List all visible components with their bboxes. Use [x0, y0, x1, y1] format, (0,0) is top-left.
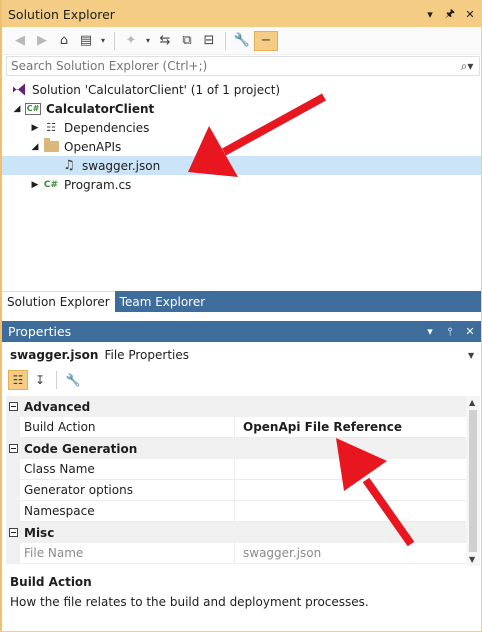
- solution-explorer-titlebar: Solution Explorer ▾ 🖈 ✕: [2, 1, 481, 27]
- pin-icon[interactable]: ⫯: [442, 325, 458, 339]
- category-label: Advanced: [24, 399, 91, 414]
- collapse-arrow-icon[interactable]: ◢: [10, 104, 24, 114]
- description-title: Build Action: [10, 575, 92, 589]
- toolbar-separator: [56, 371, 57, 389]
- home-icon[interactable]: ⌂: [54, 31, 74, 51]
- property-name: Generator options: [20, 479, 235, 501]
- property-row-build-action[interactable]: Build Action OpenApi File Reference: [6, 416, 480, 438]
- toolbar-separator: [225, 31, 226, 50]
- collapse-box-icon[interactable]: [6, 438, 20, 459]
- tab-solution-explorer[interactable]: Solution Explorer: [2, 291, 115, 312]
- tree-item-dependencies[interactable]: ▶ ☷ Dependencies: [2, 118, 481, 137]
- category-code-generation[interactable]: Code Generation: [6, 438, 480, 459]
- category-label: Misc: [24, 525, 55, 540]
- tab-team-explorer[interactable]: Team Explorer: [114, 291, 211, 312]
- alphabetical-icon[interactable]: ↧: [30, 370, 50, 390]
- close-icon[interactable]: ✕: [462, 325, 478, 338]
- tree-item-label: Solution 'CalculatorClient' (1 of 1 proj…: [32, 82, 281, 97]
- collapse-box-icon[interactable]: [6, 522, 20, 543]
- object-kind: File Properties: [104, 348, 189, 362]
- preview-selected-items-icon[interactable]: −: [254, 30, 278, 51]
- back-icon[interactable]: ◀: [10, 31, 30, 51]
- property-name: Class Name: [20, 458, 235, 480]
- categorized-icon[interactable]: ☷: [8, 370, 28, 390]
- tree-item-solution[interactable]: Solution 'CalculatorClient' (1 of 1 proj…: [2, 80, 481, 99]
- collapse-all-icon[interactable]: ⊟: [199, 31, 219, 51]
- property-row-file-name[interactable]: File Name swagger.json: [6, 542, 480, 564]
- property-grid-scrollbar[interactable]: ▲ ▼: [466, 396, 480, 566]
- property-row-generator-options[interactable]: Generator options: [6, 479, 480, 501]
- switch-views-icon[interactable]: ▤: [76, 31, 96, 51]
- property-pages-wrench-icon[interactable]: 🔧: [63, 370, 83, 390]
- category-label: Code Generation: [24, 441, 138, 456]
- solution-explorer-toolbar: ◀ ▶ ⌂ ▤ ▾ ✦ ▾ ⇆ ⧉ ⊟ 🔧 −: [2, 27, 481, 55]
- tree-item-label: Program.cs: [64, 177, 132, 192]
- property-name: Build Action: [20, 416, 235, 438]
- property-value[interactable]: [235, 480, 480, 501]
- solution-explorer-title: Solution Explorer: [8, 6, 115, 22]
- tree-item-label: swagger.json: [82, 158, 161, 173]
- pending-changes-filter-icon[interactable]: ✦: [121, 31, 141, 51]
- object-name: swagger.json: [10, 348, 99, 362]
- property-name: Namespace: [20, 500, 235, 522]
- scroll-down-icon[interactable]: ▼: [469, 555, 475, 564]
- properties-toolbar: ☷ ↧ 🔧: [6, 369, 480, 391]
- refresh-icon[interactable]: ⧉: [177, 31, 197, 51]
- property-description: Build Action How the file relates to the…: [2, 571, 481, 631]
- property-value[interactable]: [235, 501, 480, 522]
- solution-icon: [10, 82, 28, 98]
- tree-item-program-cs[interactable]: ▶ C# Program.cs: [2, 175, 481, 194]
- collapse-box-icon[interactable]: [6, 396, 20, 417]
- csharp-file-icon: C#: [43, 179, 59, 190]
- search-input[interactable]: [11, 59, 455, 73]
- properties-object-selector[interactable]: swagger.json File Properties ▼: [2, 344, 481, 366]
- csharp-project-icon: C#: [24, 102, 42, 115]
- expand-arrow-icon[interactable]: ▶: [28, 123, 42, 133]
- tree-item-swagger-json[interactable]: ♫ swagger.json: [2, 156, 481, 175]
- close-icon[interactable]: ✕: [462, 6, 478, 22]
- toolbar-separator: [114, 31, 115, 50]
- property-grid: Advanced Build Action OpenApi File Refer…: [6, 396, 480, 566]
- switch-views-dropdown-icon[interactable]: ▾: [98, 31, 108, 51]
- window-dropdown-icon[interactable]: ▾: [422, 6, 438, 22]
- property-name: File Name: [20, 542, 235, 564]
- window-dropdown-icon[interactable]: ▾: [422, 325, 438, 338]
- property-row-class-name[interactable]: Class Name: [6, 458, 480, 480]
- tree-item-label: CalculatorClient: [46, 101, 155, 116]
- category-advanced[interactable]: Advanced: [6, 396, 480, 417]
- property-value: swagger.json: [243, 546, 322, 560]
- property-value[interactable]: [235, 459, 480, 480]
- dependencies-icon: ☷: [46, 121, 56, 134]
- search-icon[interactable]: ⌕▾: [455, 59, 479, 74]
- property-row-namespace[interactable]: Namespace: [6, 500, 480, 522]
- forward-icon[interactable]: ▶: [32, 31, 52, 51]
- scroll-up-icon[interactable]: ▲: [469, 398, 475, 407]
- collapse-arrow-icon[interactable]: ◢: [28, 142, 42, 152]
- tree-item-label: OpenAPIs: [64, 139, 122, 154]
- properties-wrench-icon[interactable]: 🔧: [232, 31, 252, 51]
- property-value[interactable]: OpenApi File Reference: [235, 417, 480, 438]
- properties-titlebar: Properties ▾ ⫯ ✕: [2, 321, 481, 342]
- json-file-icon: ♫: [63, 158, 75, 173]
- chevron-down-icon[interactable]: ▼: [468, 351, 481, 360]
- tool-window-tabs: Solution Explorer Team Explorer: [2, 291, 481, 312]
- category-misc[interactable]: Misc: [6, 522, 480, 543]
- solution-explorer-search[interactable]: ⌕▾: [6, 56, 480, 76]
- description-text: How the file relates to the build and de…: [10, 595, 369, 609]
- tree-item-label: Dependencies: [64, 120, 150, 135]
- scrollbar-thumb[interactable]: [469, 410, 477, 552]
- solution-tree: Solution 'CalculatorClient' (1 of 1 proj…: [2, 80, 481, 194]
- filter-dropdown-icon[interactable]: ▾: [143, 31, 153, 51]
- properties-title: Properties: [8, 324, 72, 339]
- tree-item-project[interactable]: ◢ C# CalculatorClient: [2, 99, 481, 118]
- folder-icon: [42, 138, 60, 155]
- expand-arrow-icon[interactable]: ▶: [28, 180, 42, 190]
- vs-tool-window: Solution Explorer ▾ 🖈 ✕ ◀ ▶ ⌂ ▤ ▾ ✦ ▾ ⇆ …: [0, 0, 482, 632]
- tree-item-openapis[interactable]: ◢ OpenAPIs: [2, 137, 481, 156]
- sync-active-document-icon[interactable]: ⇆: [155, 31, 175, 51]
- pin-icon[interactable]: 🖈: [442, 6, 458, 22]
